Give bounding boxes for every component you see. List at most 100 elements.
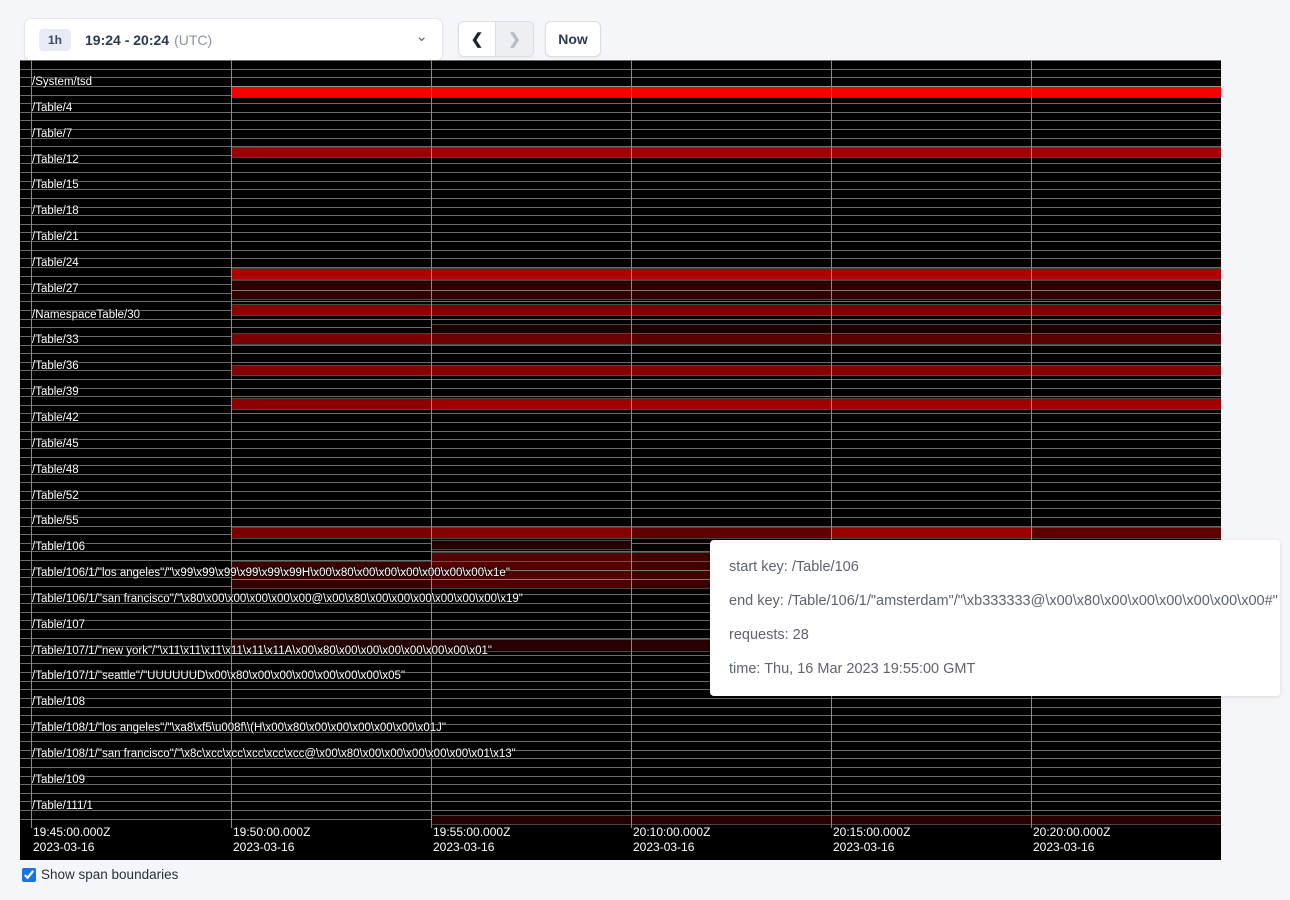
row-label: /NamespaceTable/30 xyxy=(32,309,140,322)
span-boundary-line xyxy=(20,215,1221,216)
span-boundary-line xyxy=(20,224,1221,225)
toolbar: 1h 19:24 - 20:24 (UTC) ⌄ ❮ ❯ Now xyxy=(0,0,1290,60)
row-label: /Table/106 xyxy=(32,541,85,554)
row-label: /Table/109 xyxy=(32,774,85,787)
row-label: /Table/33 xyxy=(32,334,79,347)
span-boundary-line xyxy=(20,77,1221,78)
span-boundary-line xyxy=(20,508,1221,509)
heatmap-band xyxy=(431,305,1221,315)
span-boundary-line xyxy=(20,500,1221,501)
heatmap-band xyxy=(231,399,431,409)
span-boundary-line xyxy=(20,457,1221,458)
time-range-selector[interactable]: 1h 19:24 - 20:24 (UTC) ⌄ xyxy=(24,18,443,61)
x-axis-tick-label: 20:15:00.000Z 2023-03-16 xyxy=(833,825,910,855)
row-label: /Table/108 xyxy=(32,696,85,709)
span-boundary-line xyxy=(20,163,1221,164)
tooltip-line: start key: /Table/106 xyxy=(729,550,1280,584)
row-label: /Table/45 xyxy=(32,438,79,451)
time-gridline xyxy=(431,60,432,828)
span-boundary-line xyxy=(20,120,1221,121)
x-axis-tick-label: 19:45:00.000Z 2023-03-16 xyxy=(33,825,110,855)
tooltip-line: end key: /Table/106/1/"amsterdam"/"\xb33… xyxy=(729,584,1280,618)
span-boundary-line xyxy=(20,241,1221,242)
row-label: /Table/107/1/"new york"/"\x11\x11\x11\x1… xyxy=(32,645,492,658)
span-boundary-line xyxy=(20,396,1221,397)
key-visualizer-canvas[interactable]: /System/tsd/Table/4/Table/7/Table/12/Tab… xyxy=(20,60,1221,860)
heatmap-band xyxy=(831,528,1031,538)
next-time-button[interactable]: ❯ xyxy=(496,21,534,57)
span-boundary-line xyxy=(20,379,1221,380)
x-axis-tick-label: 20:10:00.000Z 2023-03-16 xyxy=(633,825,710,855)
heatmap-band xyxy=(431,334,631,344)
span-boundary-line xyxy=(20,362,1221,363)
span-boundary-line xyxy=(20,319,1221,320)
row-label: /Table/108/1/"san francisco"/"\x8c\xcc\x… xyxy=(32,748,516,761)
heatmap-band xyxy=(431,580,631,588)
span-boundary-line xyxy=(20,250,1221,251)
span-boundary-line xyxy=(20,784,1221,785)
row-label: /Table/52 xyxy=(32,490,79,503)
span-boundary-line xyxy=(20,103,1221,104)
row-label: /Table/39 xyxy=(32,386,79,399)
span-boundary-line xyxy=(20,707,1221,708)
row-label: /Table/21 xyxy=(32,231,79,244)
heatmap-band xyxy=(231,87,1221,97)
row-label: /Table/106/1/"los angeles"/"\x99\x99\x99… xyxy=(32,567,510,580)
span-boundary-line xyxy=(20,776,1221,777)
span-boundary-line xyxy=(20,345,1221,346)
heatmap-band xyxy=(231,334,431,344)
show-span-boundaries-label[interactable]: Show span boundaries xyxy=(41,867,178,882)
time-gridline xyxy=(231,60,232,828)
span-boundary-line xyxy=(20,112,1221,113)
heatmap-band xyxy=(431,816,631,824)
span-boundary-line xyxy=(20,232,1221,233)
time-zone-label: (UTC) xyxy=(174,32,212,48)
heatmap-band xyxy=(231,366,1221,375)
span-boundary-line xyxy=(20,793,1221,794)
now-button[interactable]: Now xyxy=(545,21,601,57)
prev-time-button[interactable]: ❮ xyxy=(458,21,496,57)
row-label: /Table/42 xyxy=(32,412,79,425)
time-gridline xyxy=(1031,60,1032,828)
span-boundary-line xyxy=(20,465,1221,466)
chevron-down-icon: ⌄ xyxy=(415,32,428,42)
span-boundary-line xyxy=(20,172,1221,173)
row-label: /Table/108/1/"los angeles"/"\xa8\xf5\u00… xyxy=(32,722,446,735)
span-boundary-line xyxy=(20,198,1221,199)
span-boundary-line xyxy=(20,267,1221,268)
time-nav-group: ❮ ❯ xyxy=(458,21,534,57)
show-span-boundaries-checkbox[interactable] xyxy=(22,868,36,882)
row-label: /Table/12 xyxy=(32,154,79,167)
tooltip-line: time: Thu, 16 Mar 2023 19:55:00 GMT xyxy=(729,652,1280,686)
row-label: /Table/27 xyxy=(32,283,79,296)
heatmap-band xyxy=(431,528,631,538)
time-gridline xyxy=(631,60,632,828)
x-axis-tick-label: 19:50:00.000Z 2023-03-16 xyxy=(233,825,310,855)
heatmap-band xyxy=(231,528,431,538)
span-boundary-line xyxy=(20,388,1221,389)
span-boundary-line xyxy=(20,517,1221,518)
span-boundary-line xyxy=(20,353,1221,354)
span-boundary-line xyxy=(20,810,1221,811)
span-boundary-line xyxy=(20,526,1221,527)
tooltip-line: requests: 28 xyxy=(729,618,1280,652)
heatmap-band xyxy=(231,281,1221,290)
heatmap-band xyxy=(1031,528,1221,538)
span-boundary-line xyxy=(20,138,1221,139)
row-label: /Table/55 xyxy=(32,515,79,528)
hover-tooltip: start key: /Table/106end key: /Table/106… xyxy=(710,540,1280,696)
heatmap-band xyxy=(231,148,431,157)
span-boundary-line xyxy=(20,189,1221,190)
heatmap-band xyxy=(231,580,431,588)
span-boundary-line xyxy=(20,448,1221,449)
row-label: /Table/24 xyxy=(32,257,79,270)
heatmap-band xyxy=(631,528,831,538)
heatmap-band xyxy=(431,148,1221,157)
row-label: /Table/107/1/"seattle"/"UUUUUUD\x00\x80\… xyxy=(32,670,405,683)
row-label: /Table/15 xyxy=(32,179,79,192)
span-boundary-line xyxy=(20,413,1221,414)
time-gridline xyxy=(831,60,832,828)
span-boundary-line xyxy=(20,698,1221,699)
span-boundary-line xyxy=(20,482,1221,483)
heatmap-band xyxy=(431,399,1221,409)
